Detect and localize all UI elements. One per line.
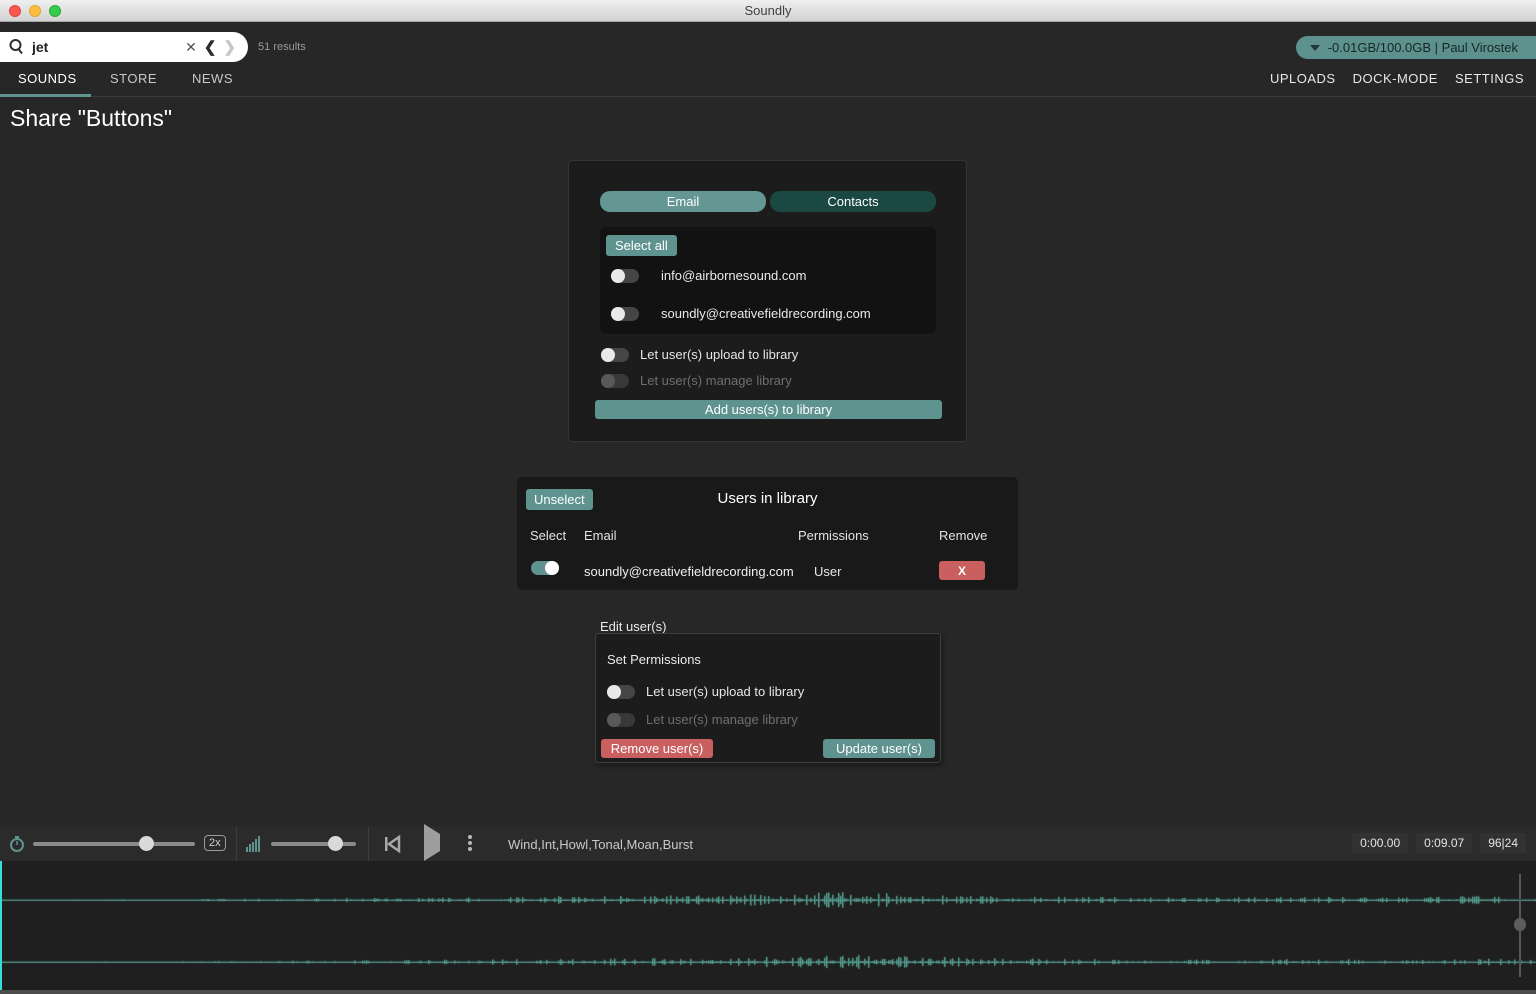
user-select-toggle[interactable] — [531, 561, 559, 575]
waveform-area[interactable] — [0, 861, 1536, 994]
skip-to-start-icon[interactable] — [383, 834, 401, 859]
volume-icon — [246, 836, 260, 852]
contact-email: info@airbornesound.com — [661, 268, 806, 283]
tab-dock-mode[interactable]: DOCK-MODE — [1353, 71, 1438, 86]
contact-toggle[interactable] — [611, 307, 639, 321]
divider — [368, 827, 369, 861]
manage-permission-row: Let user(s) manage library — [601, 373, 792, 388]
window-title: Soundly — [0, 3, 1536, 18]
contacts-panel: Select all info@airbornesound.com soundl… — [600, 227, 936, 334]
waveform-canvas[interactable] — [0, 861, 1536, 994]
remove-users-button[interactable]: Remove user(s) — [601, 739, 713, 758]
users-panel-title: Users in library — [517, 490, 1018, 507]
search-box[interactable]: ✕ ❮ ❯ — [0, 32, 248, 62]
volume-slider[interactable] — [271, 842, 356, 846]
playhead-cursor[interactable] — [0, 861, 2, 994]
horizontal-scrollbar[interactable] — [0, 990, 1536, 994]
search-input[interactable] — [32, 39, 182, 55]
remove-user-x-button[interactable]: X — [939, 561, 985, 580]
tab-settings[interactable]: SETTINGS — [1455, 71, 1524, 86]
search-icon — [8, 38, 26, 56]
chevron-down-icon — [1310, 45, 1320, 51]
topbar: ✕ ❮ ❯ 51 results -0.01GB/100.0GB | Paul … — [0, 23, 1536, 62]
navbar: SOUNDS STORE NEWS UPLOADS DOCK-MODE SETT… — [0, 62, 1536, 97]
active-tab-underline — [0, 94, 91, 97]
share-tab-email[interactable]: Email — [600, 191, 766, 212]
storage-label: -0.01GB/100.0GB | Paul Virostek — [1328, 40, 1518, 55]
select-all-button[interactable]: Select all — [606, 235, 677, 256]
share-dialog: Email Contacts Select all info@airbornes… — [568, 160, 967, 442]
more-options-icon[interactable] — [468, 835, 472, 851]
close-window-icon[interactable] — [9, 5, 21, 17]
set-permissions-heading: Set Permissions — [607, 652, 701, 667]
volume-slider-knob[interactable] — [328, 836, 343, 851]
column-header-remove: Remove — [939, 528, 987, 543]
add-users-button[interactable]: Add users(s) to library — [595, 400, 942, 419]
sample-rate-bit-depth: 96|24 — [1480, 833, 1526, 853]
contact-row: info@airbornesound.com — [611, 268, 806, 283]
tab-sounds[interactable]: SOUNDS — [18, 71, 77, 86]
contact-email: soundly@creativefieldrecording.com — [661, 306, 871, 321]
edit-manage-permission-toggle[interactable] — [607, 713, 635, 727]
column-header-select: Select — [530, 528, 566, 543]
clear-search-icon[interactable]: ✕ — [185, 39, 197, 56]
results-count: 51 results — [258, 41, 306, 53]
speed-2x-button[interactable]: 2x — [204, 835, 226, 851]
play-icon[interactable] — [424, 834, 440, 852]
edit-upload-permission-label: Let user(s) upload to library — [646, 684, 804, 699]
time-total: 0:09.07 — [1416, 833, 1472, 853]
edit-users-label: Edit user(s) — [600, 619, 666, 634]
column-header-permissions: Permissions — [798, 528, 869, 543]
waveform-marker-handle[interactable] — [1514, 918, 1526, 931]
account-storage-button[interactable]: -0.01GB/100.0GB | Paul Virostek — [1296, 36, 1536, 59]
edit-upload-permission-toggle[interactable] — [607, 685, 635, 699]
share-tab-contacts[interactable]: Contacts — [770, 191, 936, 212]
search-back-icon[interactable]: ❮ — [204, 38, 217, 56]
user-row-email: soundly@creativefieldrecording.com — [584, 564, 794, 579]
manage-permission-label: Let user(s) manage library — [640, 373, 792, 388]
contact-toggle[interactable] — [611, 269, 639, 283]
upload-permission-toggle[interactable] — [601, 348, 629, 362]
speed-slider-knob[interactable] — [139, 836, 154, 851]
manage-permission-toggle[interactable] — [601, 374, 629, 388]
edit-manage-permission-row: Let user(s) manage library — [607, 712, 798, 727]
track-title: Wind,Int,Howl,Tonal,Moan,Burst — [508, 837, 693, 852]
search-forward-icon[interactable]: ❯ — [223, 38, 236, 56]
minimize-window-icon[interactable] — [29, 5, 41, 17]
update-users-button[interactable]: Update user(s) — [823, 739, 935, 758]
titlebar: Soundly — [0, 0, 1536, 22]
contact-row: soundly@creativefieldrecording.com — [611, 306, 871, 321]
upload-permission-label: Let user(s) upload to library — [640, 347, 798, 362]
tab-uploads[interactable]: UPLOADS — [1270, 71, 1336, 86]
playback-speed-icon — [8, 835, 26, 858]
upload-permission-row: Let user(s) upload to library — [601, 347, 798, 362]
edit-manage-permission-label: Let user(s) manage library — [646, 712, 798, 727]
player-bar: 2x Wind,Int,Howl,Tonal,Moan,Burst 0:00.0… — [0, 827, 1536, 861]
tab-news[interactable]: NEWS — [192, 71, 233, 86]
edit-users-panel: Set Permissions Let user(s) upload to li… — [595, 633, 941, 763]
time-current: 0:00.00 — [1352, 833, 1408, 853]
edit-upload-permission-row: Let user(s) upload to library — [607, 684, 804, 699]
zoom-window-icon[interactable] — [49, 5, 61, 17]
speed-slider[interactable] — [33, 842, 195, 846]
column-header-email: Email — [584, 528, 617, 543]
app-window: Soundly ✕ ❮ ❯ 51 results -0.01GB/100.0GB… — [0, 0, 1536, 994]
divider — [236, 827, 237, 861]
users-in-library-panel: Unselect Users in library Select Email P… — [517, 477, 1018, 590]
tab-store[interactable]: STORE — [110, 71, 157, 86]
page-title: Share "Buttons" — [10, 105, 172, 132]
user-row-permission: User — [814, 564, 841, 579]
